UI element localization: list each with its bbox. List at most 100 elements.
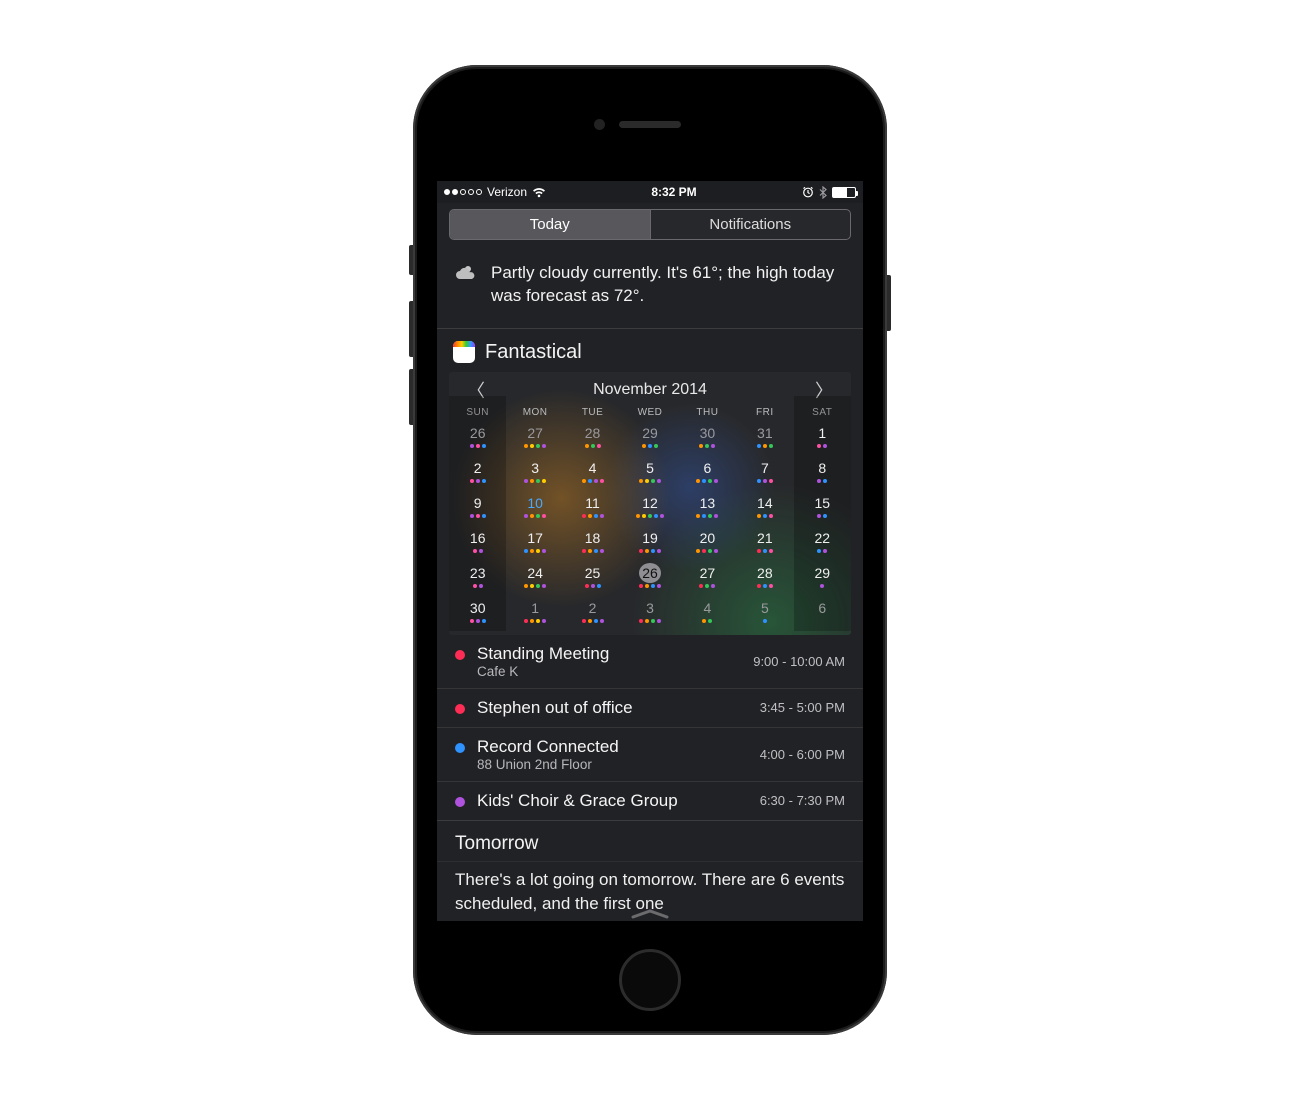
tab-today[interactable]: Today [450, 210, 650, 239]
event-color-dot [455, 704, 465, 714]
battery-icon [832, 187, 856, 198]
calendar-day[interactable]: 1 [794, 421, 851, 456]
calendar-day[interactable]: 16 [449, 526, 506, 561]
calendar-day[interactable]: 7 [736, 456, 793, 491]
calendar-day[interactable]: 28 [564, 421, 621, 456]
mute-switch[interactable] [409, 245, 413, 275]
calendar-day[interactable]: 1 [506, 596, 563, 631]
tab-notifications[interactable]: Notifications [650, 210, 851, 239]
event-row[interactable]: Kids' Choir & Grace Group6:30 - 7:30 PM [437, 781, 863, 820]
weekday-header-row: SUNMONTUEWEDTHUFRISAT [449, 405, 851, 421]
calendar-day[interactable]: 30 [449, 596, 506, 631]
event-title: Record Connected [477, 737, 748, 757]
wifi-icon [532, 187, 546, 198]
event-body: Kids' Choir & Grace Group [477, 791, 748, 811]
calendar-day[interactable]: 18 [564, 526, 621, 561]
calendar-day[interactable]: 4 [564, 456, 621, 491]
event-dots [794, 444, 851, 450]
event-location: Cafe K [477, 664, 741, 679]
day-number: 23 [467, 563, 489, 583]
calendar-day[interactable]: 5 [621, 456, 678, 491]
calendar-day[interactable]: 30 [679, 421, 736, 456]
divider [437, 861, 863, 862]
widget-title: Fantastical [485, 341, 582, 364]
calendar-day[interactable]: 3 [621, 596, 678, 631]
volume-up-button[interactable] [409, 301, 413, 357]
calendar-day[interactable]: 27 [506, 421, 563, 456]
day-number: 18 [582, 528, 604, 548]
calendar-day[interactable]: 2 [449, 456, 506, 491]
day-number: 3 [639, 598, 661, 618]
event-dots [794, 619, 851, 625]
event-dots [564, 444, 621, 450]
calendar-day[interactable]: 29 [794, 561, 851, 596]
calendar-day[interactable]: 14 [736, 491, 793, 526]
day-number: 4 [582, 458, 604, 478]
calendar-day[interactable]: 20 [679, 526, 736, 561]
calendar-day[interactable]: 9 [449, 491, 506, 526]
calendar-day[interactable]: 28 [736, 561, 793, 596]
carrier-label: Verizon [487, 185, 527, 199]
calendar-day[interactable]: 26 [621, 561, 678, 596]
calendar-day[interactable]: 27 [679, 561, 736, 596]
day-number: 12 [639, 493, 661, 513]
weekday-label: WED [621, 405, 678, 421]
calendar-day[interactable]: 29 [621, 421, 678, 456]
day-number: 27 [524, 423, 546, 443]
calendar-day[interactable]: 6 [794, 596, 851, 631]
grabber-handle[interactable] [631, 909, 669, 919]
event-list: Standing MeetingCafe K9:00 - 10:00 AMSte… [437, 635, 863, 820]
event-row[interactable]: Record Connected88 Union 2nd Floor4:00 -… [437, 727, 863, 781]
event-dots [736, 619, 793, 625]
calendar-day[interactable]: 13 [679, 491, 736, 526]
event-title: Kids' Choir & Grace Group [477, 791, 748, 811]
event-dots [736, 479, 793, 485]
calendar-day[interactable]: 24 [506, 561, 563, 596]
event-body: Stephen out of office [477, 698, 748, 718]
home-button[interactable] [619, 949, 681, 1011]
day-number: 4 [696, 598, 718, 618]
volume-down-button[interactable] [409, 369, 413, 425]
event-dots [564, 549, 621, 555]
calendar-day[interactable]: 31 [736, 421, 793, 456]
event-dots [449, 584, 506, 590]
calendar-day[interactable]: 2 [564, 596, 621, 631]
event-dots [506, 584, 563, 590]
event-row[interactable]: Stephen out of office3:45 - 5:00 PM [437, 688, 863, 727]
event-row[interactable]: Standing MeetingCafe K9:00 - 10:00 AM [437, 635, 863, 688]
calendar-day[interactable]: 4 [679, 596, 736, 631]
day-number: 21 [754, 528, 776, 548]
day-number: 10 [524, 493, 546, 513]
calendar-day[interactable]: 15 [794, 491, 851, 526]
calendar-day[interactable]: 21 [736, 526, 793, 561]
calendar-day[interactable]: 10 [506, 491, 563, 526]
calendar-day[interactable]: 5 [736, 596, 793, 631]
calendar-day[interactable]: 6 [679, 456, 736, 491]
event-color-dot [455, 650, 465, 660]
day-number: 5 [639, 458, 661, 478]
event-dots [736, 549, 793, 555]
signal-strength-icon [444, 189, 482, 195]
calendar-day[interactable]: 11 [564, 491, 621, 526]
calendar-day[interactable]: 17 [506, 526, 563, 561]
partly-cloudy-icon [455, 264, 477, 308]
day-number: 29 [639, 423, 661, 443]
calendar-day[interactable]: 23 [449, 561, 506, 596]
day-number: 20 [696, 528, 718, 548]
event-body: Record Connected88 Union 2nd Floor [477, 737, 748, 772]
calendar-day[interactable]: 3 [506, 456, 563, 491]
power-button[interactable] [887, 275, 891, 331]
day-number: 6 [696, 458, 718, 478]
calendar-day[interactable]: 8 [794, 456, 851, 491]
calendar-day[interactable]: 26 [449, 421, 506, 456]
calendar-day[interactable]: 22 [794, 526, 851, 561]
calendar-day[interactable]: 12 [621, 491, 678, 526]
day-number: 28 [754, 563, 776, 583]
status-time: 8:32 PM [546, 185, 802, 199]
calendar-day[interactable]: 25 [564, 561, 621, 596]
event-dots [794, 549, 851, 555]
calendar-day[interactable]: 19 [621, 526, 678, 561]
day-number: 31 [754, 423, 776, 443]
calendar: 〈 November 2014 〉 SUNMONTUEWEDTHUFRISAT … [449, 372, 851, 635]
event-dots [794, 584, 851, 590]
